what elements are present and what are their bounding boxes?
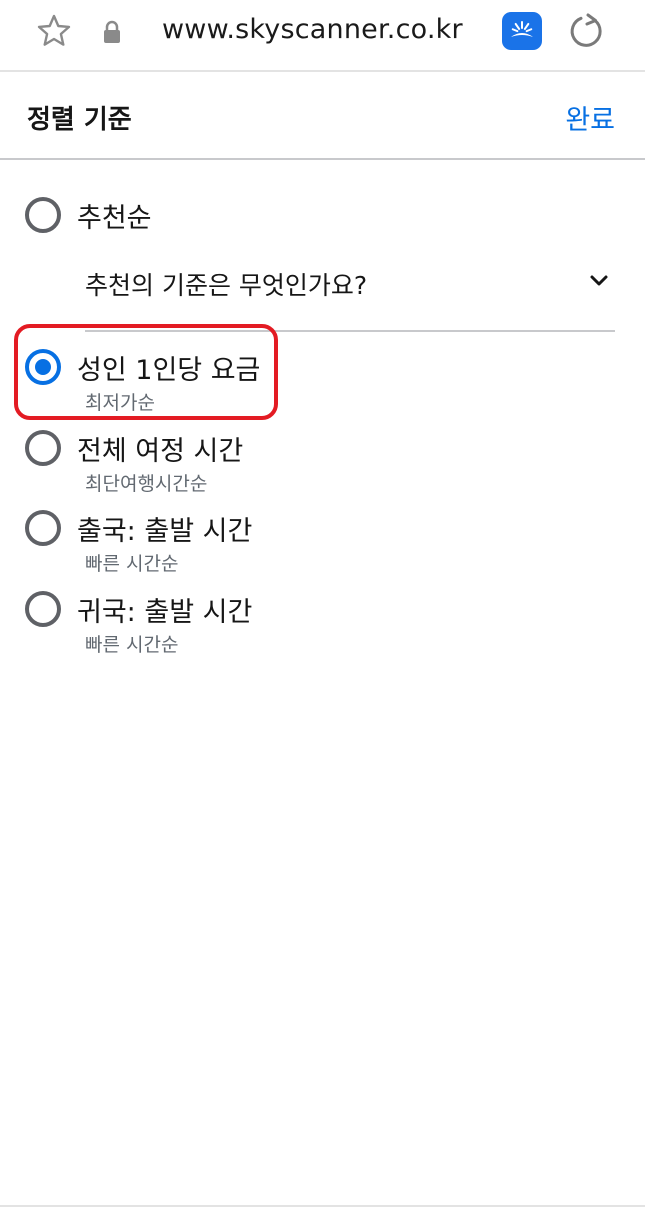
skyscanner-logo-icon[interactable] — [502, 12, 542, 50]
sort-option-outbound-departure[interactable]: 출국: 출발 시간 빠른 시간순 — [0, 509, 645, 575]
sort-header: 정렬 기준 완료 — [0, 74, 645, 160]
option-sublabel: 최단여행시간순 — [85, 473, 208, 495]
recommendation-info-dropdown[interactable]: 추천의 기준은 무엇인가요? — [85, 262, 615, 332]
url-text[interactable]: www.skyscanner.co.kr — [162, 14, 463, 45]
sort-option-recommended[interactable]: 추천순 — [0, 194, 645, 234]
chevron-down-icon — [590, 275, 608, 286]
option-sublabel: 빠른 시간순 — [85, 634, 179, 656]
option-sublabel: 빠른 시간순 — [85, 553, 179, 575]
option-sublabel: 최저가순 — [85, 392, 155, 414]
option-label: 성인 1인당 요금 — [77, 355, 261, 386]
browser-url-bar: www.skyscanner.co.kr — [0, 0, 645, 72]
info-question: 추천의 기준은 무엇인가요? — [85, 271, 368, 300]
option-label: 출국: 출발 시간 — [77, 516, 253, 547]
sort-option-duration[interactable]: 전체 여정 시간 최단여행시간순 — [0, 429, 645, 495]
radio-button[interactable] — [25, 510, 61, 546]
option-label: 귀국: 출발 시간 — [77, 597, 253, 628]
option-label: 전체 여정 시간 — [77, 436, 244, 467]
sort-option-return-departure[interactable]: 귀국: 출발 시간 빠른 시간순 — [0, 590, 645, 656]
sort-option-price[interactable]: 성인 1인당 요금 최저가순 — [0, 348, 645, 414]
reload-icon[interactable] — [568, 12, 606, 50]
radio-button-selected[interactable] — [25, 349, 61, 385]
page-title: 정렬 기준 — [27, 105, 132, 135]
star-icon[interactable] — [36, 13, 72, 49]
radio-button[interactable] — [25, 591, 61, 627]
lock-icon — [104, 20, 120, 43]
option-label: 추천순 — [77, 203, 152, 234]
done-button[interactable]: 완료 — [565, 98, 615, 137]
radio-button[interactable] — [25, 430, 61, 466]
divider — [0, 1205, 645, 1207]
radio-button[interactable] — [25, 197, 61, 233]
